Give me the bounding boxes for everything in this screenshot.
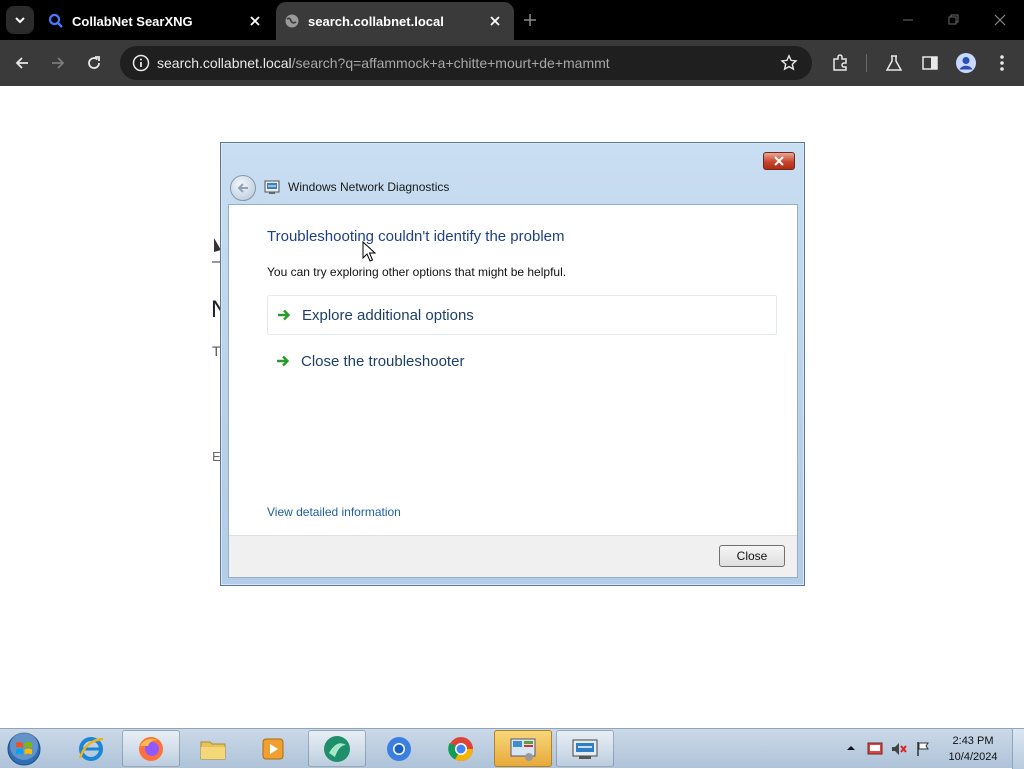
tab-title: search.collabnet.local xyxy=(308,13,444,29)
browser-toolbar: search.collabnet.local/search?q=affammoc… xyxy=(0,40,1024,86)
flask-icon xyxy=(885,55,903,71)
taskbar-clock[interactable]: 2:43 PM 10/4/2024 xyxy=(940,733,1006,765)
taskbar-firefox[interactable] xyxy=(122,730,180,767)
reload-button[interactable] xyxy=(82,51,106,75)
close-icon[interactable] xyxy=(486,12,504,30)
green-app-icon xyxy=(324,735,350,762)
internet-explorer-icon xyxy=(78,736,104,761)
profile-button[interactable] xyxy=(954,51,978,75)
close-button[interactable]: Close xyxy=(719,545,785,567)
tab-title: CollabNet SearXNG xyxy=(72,13,193,29)
url-host: search.collabnet.local xyxy=(157,55,292,71)
show-desktop-button[interactable] xyxy=(1012,729,1024,769)
globe-icon xyxy=(284,13,300,29)
arrow-right-icon xyxy=(52,57,65,69)
action-center-flag-icon[interactable] xyxy=(915,741,931,757)
close-icon xyxy=(774,156,784,166)
option-explore-additional[interactable]: Explore additional options xyxy=(267,295,777,335)
kebab-menu-icon xyxy=(1000,55,1004,71)
url-text: search.collabnet.local/search?q=affammoc… xyxy=(157,55,610,71)
taskbar-media-player[interactable] xyxy=(244,730,302,767)
tray-device-icon[interactable] xyxy=(867,741,883,757)
search-icon xyxy=(48,13,64,29)
taskbar-green-app[interactable] xyxy=(308,730,366,767)
folder-icon xyxy=(200,741,226,759)
show-hidden-icons-icon[interactable] xyxy=(846,743,856,753)
dialog-subtext: You can try exploring other options that… xyxy=(267,265,567,279)
control-panel-icon xyxy=(510,738,536,761)
option-label: Explore additional options xyxy=(302,306,474,324)
chevron-down-icon xyxy=(15,17,25,24)
taskbar-network-diagnostics[interactable] xyxy=(556,730,614,767)
arrow-left-icon xyxy=(237,183,248,193)
side-panel-button[interactable] xyxy=(918,51,942,75)
volume-muted-icon[interactable] xyxy=(891,741,907,757)
arrow-left-icon xyxy=(15,57,28,69)
taskbar-control-panel[interactable] xyxy=(494,730,552,767)
close-icon[interactable] xyxy=(246,12,264,30)
close-icon xyxy=(994,14,1006,26)
taskbar-chrome[interactable] xyxy=(432,730,490,767)
network-diagnostics-icon xyxy=(264,180,280,194)
tab-search-collabnet-local[interactable]: search.collabnet.local xyxy=(276,2,514,40)
start-button[interactable] xyxy=(4,729,44,769)
chrome-icon xyxy=(448,736,473,761)
green-arrow-icon xyxy=(278,309,291,321)
new-tab-button[interactable] xyxy=(520,10,540,30)
taskbar-file-explorer[interactable] xyxy=(184,730,242,767)
dialog-title: Windows Network Diagnostics xyxy=(288,180,450,194)
windows-logo-icon xyxy=(7,732,41,766)
url-path: /search?q=affammock+a+chitte+mourt+de+ma… xyxy=(291,55,610,71)
extensions-button[interactable] xyxy=(828,51,852,75)
network-diagnostics-icon xyxy=(572,739,598,759)
labs-button[interactable] xyxy=(882,51,906,75)
option-label: Close the troubleshooter xyxy=(301,352,465,370)
reload-icon xyxy=(88,56,100,69)
forward-button[interactable] xyxy=(46,51,70,75)
firefox-icon xyxy=(139,736,163,761)
toolbar-divider xyxy=(866,54,867,72)
taskbar-internet-explorer[interactable] xyxy=(62,730,120,767)
menu-button[interactable] xyxy=(990,51,1014,75)
clock-date: 10/4/2024 xyxy=(948,751,998,763)
close-window-button[interactable] xyxy=(990,10,1010,30)
minimize-button[interactable] xyxy=(898,10,918,30)
restore-button[interactable] xyxy=(944,10,964,30)
network-diagnostics-dialog: Windows Network Diagnostics Troubleshoot… xyxy=(220,142,805,586)
green-arrow-icon xyxy=(277,355,290,367)
minimize-icon xyxy=(903,19,913,21)
browser-tab-bar: CollabNet SearXNG search.collabnet.local xyxy=(0,0,1024,40)
mouse-cursor-icon xyxy=(362,241,376,262)
taskbar-chrome-blue[interactable] xyxy=(370,730,428,767)
tab-collabnet-searxng[interactable]: CollabNet SearXNG xyxy=(40,2,274,40)
view-detailed-information-link[interactable]: View detailed information xyxy=(267,505,401,519)
dialog-close-button[interactable] xyxy=(763,152,795,170)
puzzle-icon xyxy=(833,54,847,71)
clock-time: 2:43 PM xyxy=(952,735,994,747)
windows-taskbar: 2:43 PM 10/4/2024 xyxy=(0,728,1024,769)
plus-icon xyxy=(524,14,536,26)
dialog-content: Troubleshooting couldn't identify the pr… xyxy=(228,204,798,578)
restore-icon xyxy=(948,14,959,25)
back-button[interactable] xyxy=(230,175,256,201)
side-panel-icon xyxy=(922,56,938,70)
site-info-icon[interactable] xyxy=(130,52,152,74)
option-close-troubleshooter[interactable]: Close the troubleshooter xyxy=(267,341,777,381)
chrome-blue-icon xyxy=(387,736,411,761)
dialog-heading: Troubleshooting couldn't identify the pr… xyxy=(267,228,565,245)
dialog-footer: Close xyxy=(229,535,797,577)
bookmark-star-icon[interactable] xyxy=(778,52,800,74)
tab-search-menu-button[interactable] xyxy=(6,6,34,34)
address-bar[interactable]: search.collabnet.local/search?q=affammoc… xyxy=(120,46,812,80)
avatar-icon xyxy=(956,53,976,73)
back-button[interactable] xyxy=(10,51,34,75)
media-player-icon xyxy=(262,738,284,759)
